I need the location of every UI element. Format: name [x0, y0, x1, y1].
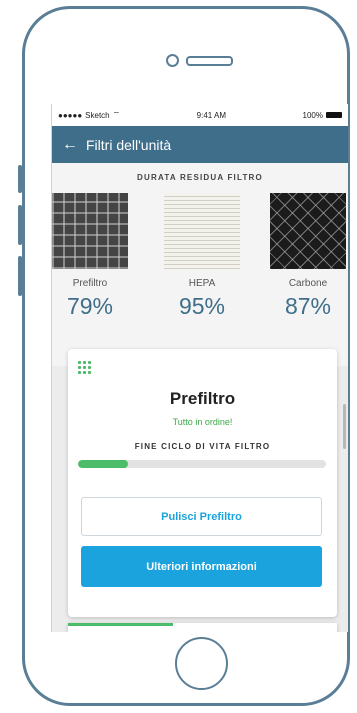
- side-button: [18, 205, 22, 245]
- status-time: 9:41 AM: [196, 110, 227, 120]
- hepa-filter-image: [164, 193, 240, 269]
- more-info-button[interactable]: Ulteriori informazioni: [81, 546, 322, 587]
- page-title: Filtri dell'unità: [86, 136, 172, 153]
- camera-icon: [166, 54, 179, 67]
- life-progress-bar: [78, 460, 326, 468]
- next-card-peek: [68, 623, 337, 632]
- next-card-accent: [68, 623, 173, 626]
- filter-life-heading: DURATA RESIDUA FILTRO: [137, 173, 263, 182]
- life-label: FINE CICLO DI VITA FILTRO: [134, 442, 271, 451]
- filter-detail-card: Prefiltro Tutto in ordine! FINE CICLO DI…: [68, 349, 337, 617]
- filter-percent: 79%: [66, 293, 114, 319]
- signal-indicator: ●●●●● Sketch ⌔: [58, 110, 120, 120]
- battery-indicator: 100%: [303, 111, 342, 120]
- side-button: [18, 256, 22, 296]
- battery-icon: [326, 112, 342, 119]
- carbon-filter-image: [270, 193, 346, 269]
- filter-name: Carbone: [288, 278, 328, 289]
- filter-item-prefiltro[interactable]: Prefiltro 79%: [52, 193, 130, 320]
- filter-percent: 87%: [284, 293, 332, 319]
- card-title: Prefiltro: [169, 389, 236, 408]
- status-message: Tutto in ordine!: [172, 417, 233, 427]
- filter-name: HEPA: [188, 278, 216, 289]
- filter-percent: 95%: [178, 293, 226, 319]
- prefilter-mesh-image: [52, 193, 128, 269]
- grip-dots-icon: [78, 361, 91, 374]
- speaker-grille: [186, 56, 233, 66]
- arrow-left-icon[interactable]: ←: [62, 136, 86, 154]
- status-bar: ●●●●● Sketch ⌔ 9:41 AM 100%: [52, 104, 348, 126]
- app-screen: ●●●●● Sketch ⌔ 9:41 AM 100% ← Filtri del…: [51, 104, 348, 632]
- wifi-icon: ⌔: [112, 110, 121, 119]
- filter-name: Prefiltro: [72, 278, 108, 289]
- battery-label: 100%: [302, 110, 323, 120]
- filter-life-panel: DURATA RESIDUA FILTRO Prefiltro 79% HEPA…: [52, 163, 348, 366]
- scrollbar[interactable]: [343, 404, 346, 449]
- side-button: [18, 165, 22, 193]
- home-button[interactable]: [175, 637, 228, 690]
- filter-item-carbone[interactable]: Carbone 87%: [268, 193, 348, 320]
- life-progress-fill: [78, 460, 128, 468]
- signal-dots-icon: ●●●●●: [58, 110, 83, 120]
- carrier-name: Sketch: [85, 110, 110, 120]
- filter-item-hepa[interactable]: HEPA 95%: [162, 193, 242, 320]
- app-header: ← Filtri dell'unità: [52, 126, 348, 163]
- clean-filter-button[interactable]: Pulisci Prefiltro: [81, 497, 322, 536]
